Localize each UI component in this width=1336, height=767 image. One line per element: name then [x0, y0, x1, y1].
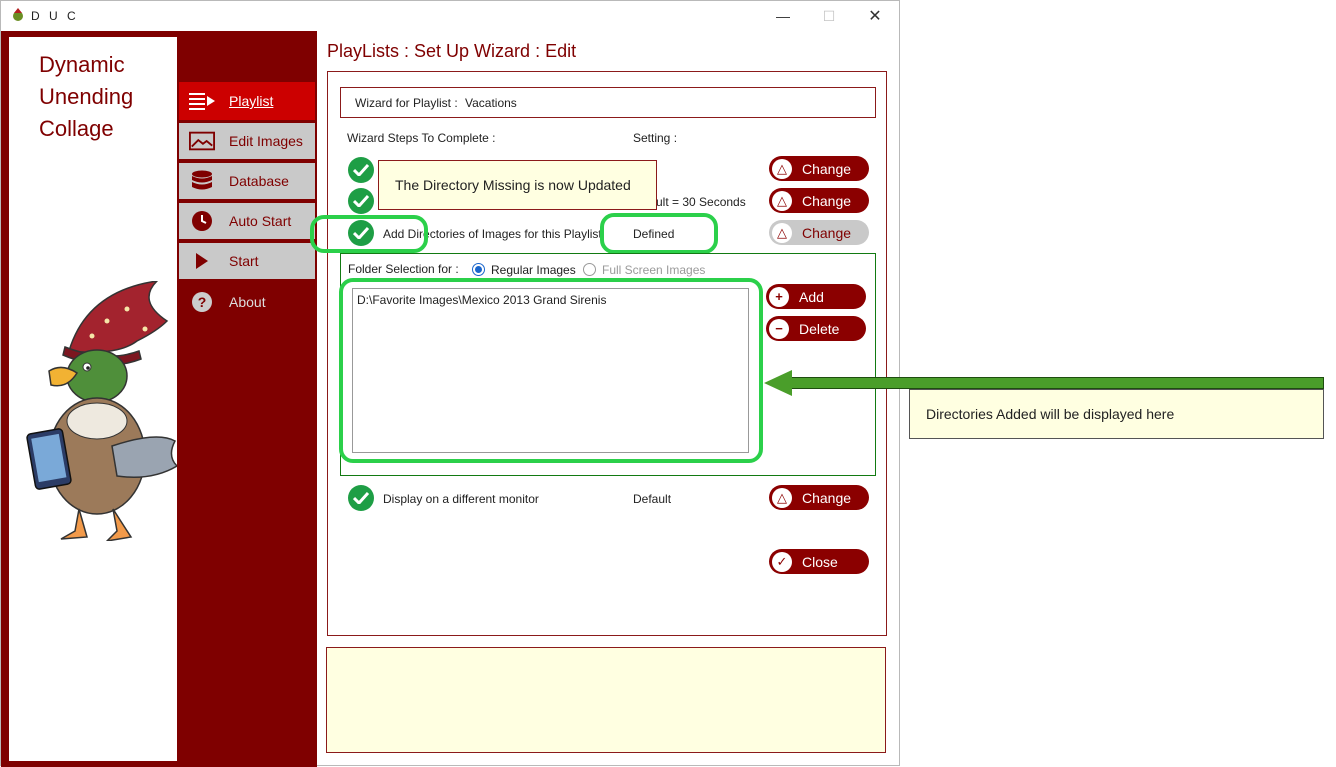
change-button-step1[interactable]: △ Change [769, 156, 869, 181]
brand-line-3: Collage [39, 116, 114, 141]
radio-regular-label: Regular Images [491, 263, 576, 277]
step4-setting: Default [633, 492, 672, 506]
radio-full-screen-images[interactable] [583, 263, 596, 276]
sidebar-item-edit-images[interactable]: Edit Images [179, 123, 315, 161]
wizard-name-label: Wizard for Playlist : [355, 96, 458, 110]
wizard-name-value: Vacations [465, 96, 517, 110]
change-label: Change [802, 224, 852, 241]
triangle-icon: △ [772, 190, 792, 211]
delete-directory-button[interactable]: − Delete [766, 316, 866, 341]
plus-icon: + [769, 286, 789, 307]
status-tooltip: The Directory Missing is now Updated [378, 160, 657, 210]
clock-icon [189, 210, 215, 232]
brand-inner: Dynamic Unending Collage [9, 37, 177, 761]
highlight-defined [600, 213, 718, 254]
triangle-icon: △ [772, 487, 792, 508]
sidebar-item-label: Auto Start [229, 213, 292, 229]
sidebar-item-playlist[interactable]: Playlist [179, 82, 315, 120]
change-button-step2[interactable]: △ Change [769, 188, 869, 213]
duck-app-icon [13, 8, 23, 21]
sidebar-item-label: Database [229, 173, 289, 189]
minus-icon: − [769, 318, 789, 339]
step4-check-icon [348, 485, 374, 511]
sidebar-item-auto-start[interactable]: Auto Start [179, 203, 315, 241]
change-button-step4[interactable]: △ Change [769, 485, 869, 510]
sidebar-item-about[interactable]: ? About [179, 283, 315, 321]
steps-header: Wizard Steps To Complete : [347, 131, 496, 145]
triangle-icon: △ [772, 158, 792, 179]
svg-text:?: ? [198, 294, 207, 310]
radio-full-screen-label: Full Screen Images [602, 263, 706, 277]
wizard-duck-mascot [26, 281, 177, 541]
setting-header: Setting : [633, 131, 678, 145]
folder-selection-label: Folder Selection for : [348, 262, 459, 276]
image-icon [189, 130, 215, 152]
change-label: Change [802, 160, 852, 177]
sidebar-item-start[interactable]: Start [179, 243, 315, 281]
sidebar-item-label: Playlist [229, 93, 274, 109]
minimize-button[interactable]: — [763, 5, 803, 27]
brand-panel: Dynamic Unending Collage [1, 31, 177, 767]
add-directory-button[interactable]: + Add [766, 284, 866, 309]
close-label: Close [802, 553, 838, 570]
database-icon [189, 170, 215, 192]
step1-check-icon [348, 157, 374, 183]
window-title: D U C [31, 9, 79, 23]
change-label: Change [802, 192, 852, 209]
help-icon: ? [189, 291, 215, 313]
annotation-callout: Directories Added will be displayed here [909, 389, 1324, 439]
sidebar-item-label: About [229, 294, 266, 310]
highlight-step3-check [310, 215, 428, 253]
play-icon [189, 250, 215, 272]
step2-check-icon [348, 188, 374, 214]
close-window-button[interactable]: ✕ [855, 5, 895, 27]
highlight-directory-list [339, 278, 763, 463]
page-title: PlayLists : Set Up Wizard : Edit [327, 41, 577, 61]
radio-regular-images[interactable] [472, 263, 485, 276]
maximize-button[interactable]: ☐ [809, 5, 849, 27]
step2-setting: ult = 30 Seconds [656, 195, 746, 209]
brand-title: Dynamic Unending Collage [39, 49, 133, 145]
add-label: Add [799, 288, 824, 305]
annotation-arrow [790, 377, 1324, 389]
brand-line-1: Dynamic [39, 52, 125, 77]
sidebar-item-label: Start [229, 253, 259, 269]
info-panel [326, 647, 886, 753]
triangle-icon: △ [772, 222, 792, 243]
delete-label: Delete [799, 320, 840, 337]
brand-line-2: Unending [39, 84, 134, 109]
sidebar-item-database[interactable]: Database [179, 163, 315, 201]
close-wizard-button[interactable]: ✓ Close [769, 549, 869, 574]
sidebar-item-label: Edit Images [229, 133, 303, 149]
annotation-arrow-head [764, 370, 792, 396]
change-label: Change [802, 489, 852, 506]
sidebar-nav: Playlist Edit Images Database Auto Start… [177, 31, 317, 767]
checkmark-icon: ✓ [772, 551, 792, 572]
change-button-step3[interactable]: △ Change [769, 220, 869, 245]
step4-label: Display on a different monitor [383, 492, 539, 506]
playlist-icon [189, 90, 215, 112]
wizard-name-box: Wizard for Playlist : Vacations [340, 87, 876, 118]
title-bar: D U C — ☐ ✕ [1, 1, 899, 31]
